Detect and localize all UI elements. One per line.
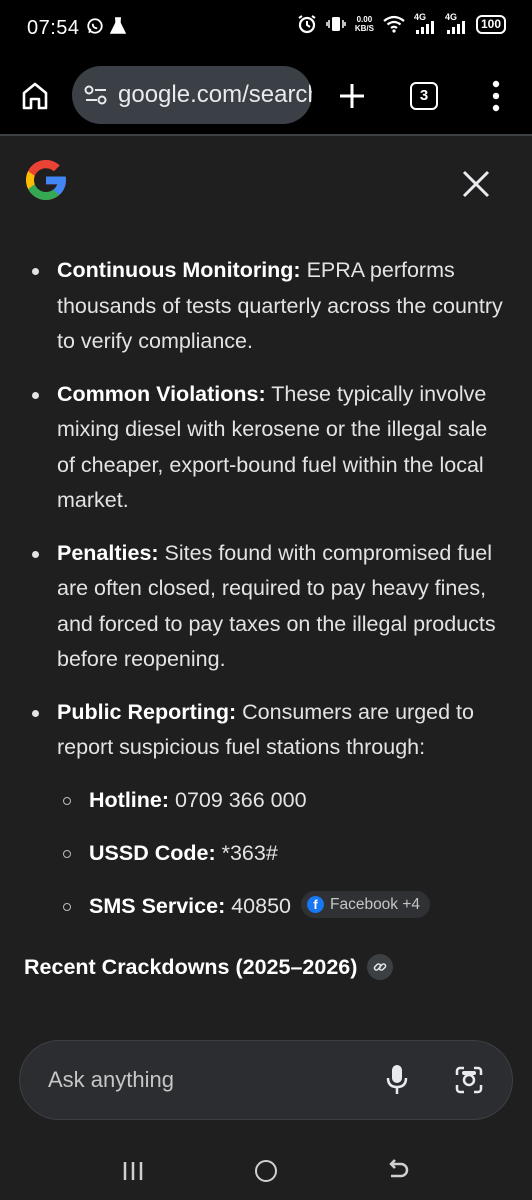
url-bar[interactable]: google.com/search — [72, 66, 312, 124]
more-menu-icon[interactable] — [492, 80, 500, 112]
close-icon[interactable] — [460, 168, 492, 200]
google-logo-icon — [26, 160, 66, 200]
list-item: Common Violations: These typically invol… — [0, 377, 532, 519]
sub-list-item: USSD Code: *363# — [0, 836, 532, 871]
status-bar: 07:54 0.00 KB/S 4G 4G 100 — [0, 0, 532, 58]
list-item: Public Reporting: Consumers are urged to… — [0, 695, 532, 766]
sub-list-item: Hotline: 0709 366 000 — [0, 783, 532, 818]
back-icon[interactable] — [386, 1158, 410, 1182]
list-item: Continuous Monitoring: EPRA performs tho… — [0, 253, 532, 360]
signal-4g-1: 4G — [414, 12, 436, 34]
sub-list-item: SMS Service: 40850 f Facebook +4 — [0, 889, 532, 924]
ai-answer-panel: Continuous Monitoring: EPRA performs tho… — [0, 136, 532, 1140]
section-heading: Recent Crackdowns (2025–2026) — [24, 954, 394, 980]
browser-toolbar: google.com/search 3 — [0, 58, 532, 134]
ask-input[interactable]: Ask anything — [48, 1067, 174, 1093]
source-chip[interactable]: f Facebook +4 — [300, 891, 431, 919]
home-icon[interactable] — [22, 82, 48, 110]
vibrate-icon — [326, 17, 346, 31]
data-speed: 0.00 KB/S — [354, 15, 374, 33]
facebook-icon: f — [306, 896, 324, 914]
list-item: Penalties: Sites found with compromised … — [0, 536, 532, 678]
status-time: 07:54 — [27, 17, 80, 39]
recents-icon[interactable] — [123, 1160, 143, 1182]
whatsapp-icon — [87, 18, 103, 34]
battery-indicator: 100 — [475, 14, 506, 34]
google-lens-icon[interactable] — [454, 1065, 484, 1095]
wifi-icon — [383, 15, 405, 33]
alarm-icon — [298, 15, 316, 34]
new-tab-icon[interactable] — [338, 82, 366, 110]
answer-bullets: Continuous Monitoring: EPRA performs tho… — [0, 253, 532, 942]
url-text[interactable]: google.com/search — [118, 81, 312, 109]
flask-icon — [110, 17, 126, 34]
home-nav-icon[interactable] — [255, 1160, 277, 1182]
tab-switcher-button[interactable]: 3 — [410, 82, 438, 110]
system-nav-bar — [0, 1140, 532, 1200]
microphone-icon[interactable] — [386, 1064, 408, 1096]
signal-4g-2: 4G — [445, 12, 467, 34]
link-icon[interactable] — [367, 954, 394, 980]
ask-bar[interactable]: Ask anything — [19, 1040, 513, 1120]
site-settings-icon[interactable] — [84, 84, 108, 106]
